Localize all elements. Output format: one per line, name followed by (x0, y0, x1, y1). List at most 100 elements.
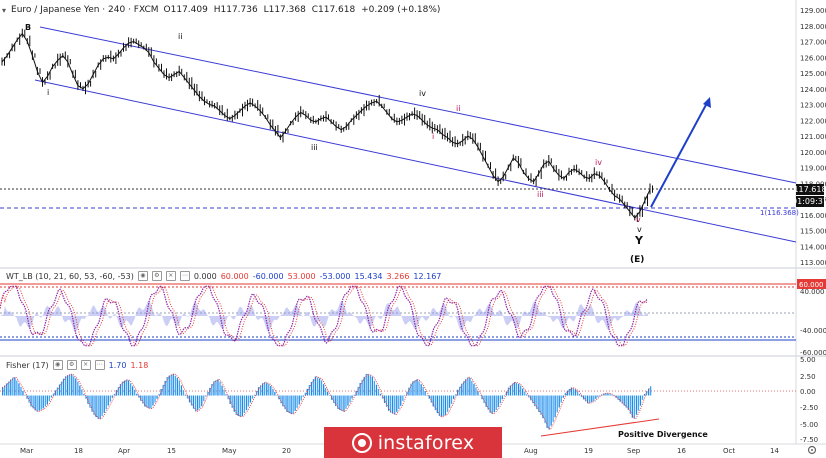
fisher-bar (127, 380, 130, 396)
fisher-axis-label: 0.00 (800, 388, 816, 396)
chart-canvas: 129.000 128.000 127.000 126.000 125.000 124.0… (0, 0, 826, 455)
fisher-bar (136, 393, 138, 396)
fisher-bar (83, 394, 85, 396)
more-icon[interactable]: ⋯ (94, 360, 105, 370)
low-value: L117.368 (263, 5, 306, 15)
more-icon[interactable]: ⋯ (179, 271, 190, 281)
fisher-bar (599, 395, 601, 396)
fisher-bar (554, 395, 556, 418)
fisher-bar (73, 376, 75, 396)
settings-icon[interactable]: ⚙ (66, 360, 77, 370)
price-axis-label: 129.000 (800, 7, 826, 15)
fisher-bar (609, 393, 611, 396)
fisher-value: 1.18 (130, 360, 149, 370)
fisher-bar (170, 374, 172, 396)
price-axis-label: 123.000 (800, 102, 826, 110)
fisher-bar (227, 395, 229, 400)
fisher-bar (639, 395, 642, 406)
fisher-bar (168, 375, 170, 396)
fisher-bar (294, 395, 296, 411)
close-icon[interactable]: × (165, 271, 176, 281)
fisher-bar (515, 383, 518, 396)
fisher-bar (300, 395, 302, 401)
symbol-title[interactable]: Euro / Japanese Yen · 240 · FXCM (11, 5, 159, 15)
time-axis-label: Apr (118, 447, 130, 455)
fisher-bar (219, 381, 221, 396)
price-wicks (1, 28, 653, 222)
close-icon[interactable]: × (80, 360, 91, 370)
fisher-bar (349, 395, 351, 403)
fisher-bar (576, 391, 579, 396)
price-axis-label: 128.000 (800, 23, 826, 31)
fisher-bar (377, 388, 380, 396)
fisher-bar (38, 395, 40, 411)
fisher-bar (487, 395, 489, 410)
fisher-bar (572, 388, 575, 396)
fisher-bar (117, 387, 120, 396)
fisher-bar (306, 388, 308, 396)
fisher-bar (373, 380, 375, 396)
fisher-bar (107, 395, 109, 406)
wave-label: i (47, 88, 49, 97)
fisher-bar (637, 395, 640, 411)
time-axis-label: 15 (167, 447, 176, 455)
fisher-bar (144, 395, 146, 407)
fisher-bar (398, 395, 400, 409)
close-value: C117.618 (311, 5, 356, 15)
settings-icon[interactable] (807, 445, 817, 455)
fisher-title[interactable]: Fisher (17) (6, 361, 49, 370)
fisher-bar (56, 387, 59, 396)
settings-icon[interactable]: ⚙ (151, 271, 162, 281)
fisher-bar (69, 374, 71, 396)
fisher-bar (385, 395, 388, 407)
fisher-bar (591, 395, 593, 402)
fisher-bar (251, 395, 254, 399)
fisher-bar (518, 384, 520, 396)
fisher-bar (148, 395, 150, 409)
collapse-icon[interactable]: ▾ (2, 6, 6, 15)
fisher-bar (103, 395, 105, 413)
fisher-bar (156, 395, 158, 399)
fisher-bar (390, 395, 392, 413)
fisher-bar (327, 392, 329, 396)
fisher-bar (105, 395, 107, 410)
fisher-bar (526, 394, 528, 396)
fisher-bar (154, 395, 156, 403)
fisher-bar (635, 395, 638, 415)
price-axis-label: 115.000 (800, 228, 826, 236)
fisher-bar (270, 386, 272, 396)
fisher-bar (266, 383, 268, 396)
fisher-bar (215, 380, 217, 396)
eye-icon[interactable]: ◉ (52, 360, 63, 370)
fisher-axis-label: 2.50 (800, 373, 816, 381)
fisher-bar (233, 395, 235, 412)
wave-label: ii (178, 32, 182, 41)
fisher-bar (77, 381, 79, 396)
fisher-bar (318, 378, 321, 396)
time-axis-label: Oct (723, 447, 735, 455)
wt-title[interactable]: WT_LB (10, 21, 60, 53, -60, -53) (6, 272, 134, 281)
fisher-bar (134, 389, 136, 396)
wt-value: 53.000 (287, 271, 316, 281)
fisher-bar (420, 384, 422, 396)
fisher-bar (329, 395, 331, 396)
fisher-bar (629, 395, 631, 414)
fisher-bar (422, 387, 424, 396)
fisher-bar (394, 395, 396, 415)
fisher-bar (459, 386, 461, 396)
fisher-bar (339, 395, 341, 410)
fisher-bar (174, 375, 176, 396)
fisher-bar (536, 395, 538, 410)
fisher-bar (225, 394, 227, 396)
wave-label: v (636, 215, 641, 224)
wt-value: 3.266 (386, 271, 410, 281)
time-axis-label: 16 (677, 447, 686, 455)
fisher-bar (314, 376, 317, 396)
fisher-bar (440, 395, 443, 417)
fisher-bar (648, 388, 650, 396)
fisher-bar (570, 387, 573, 396)
fisher-bar (99, 395, 101, 419)
fisher-bar (532, 395, 534, 404)
fisher-bar (152, 395, 154, 406)
eye-icon[interactable]: ◉ (137, 271, 148, 281)
